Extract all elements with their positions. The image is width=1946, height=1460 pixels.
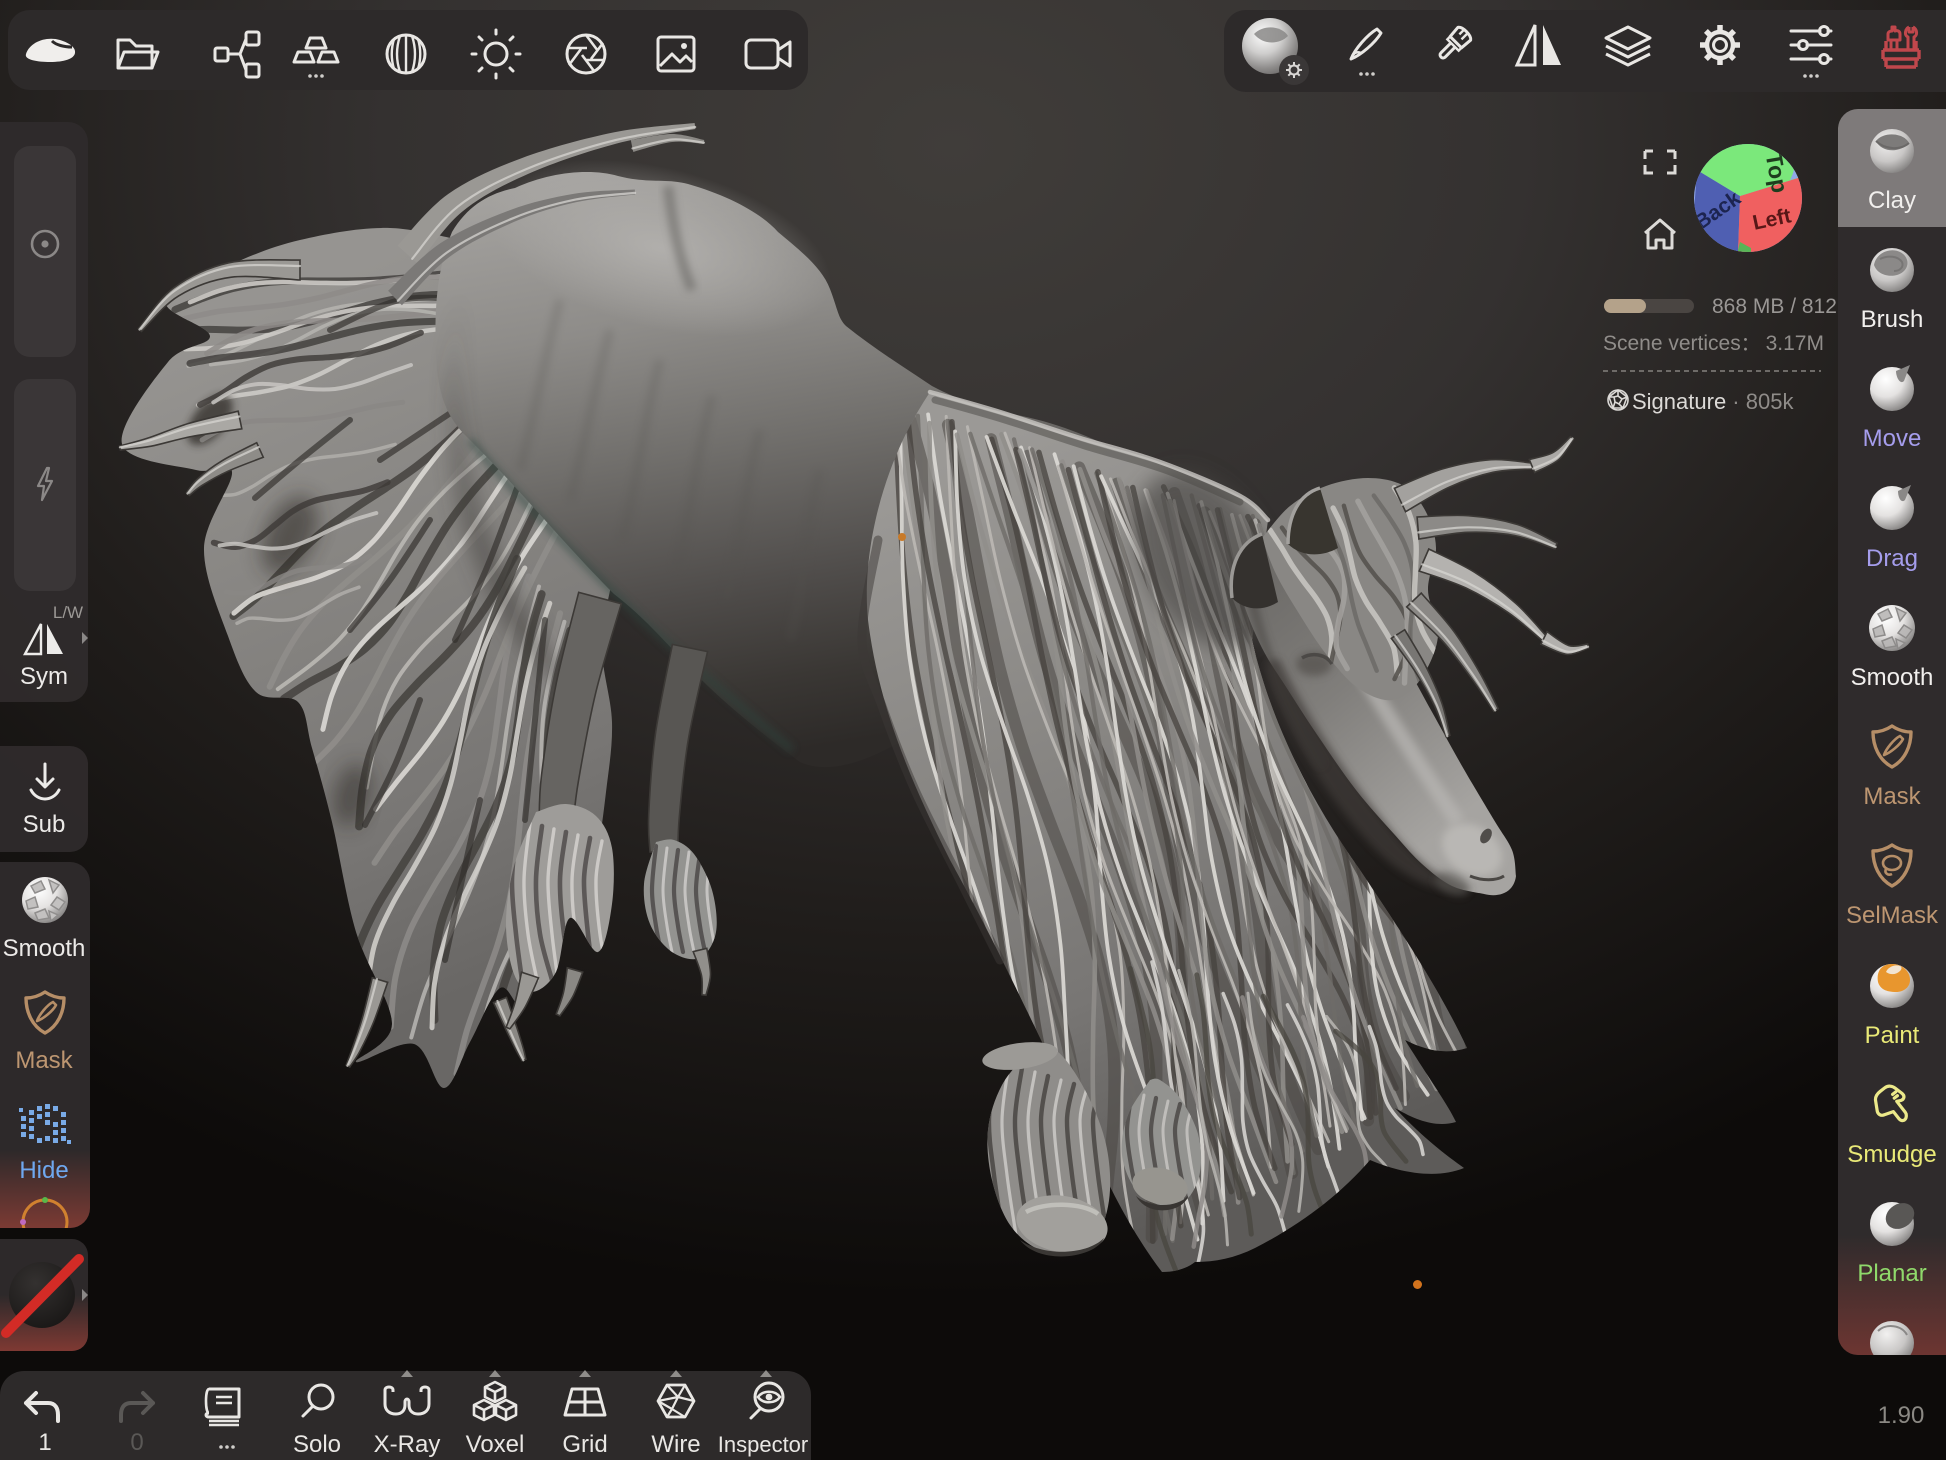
svg-text:L/W: L/W (53, 603, 83, 622)
svg-text:Voxel: Voxel (466, 1431, 525, 1458)
svg-text:X-Ray: X-Ray (374, 1431, 441, 1458)
svg-text:Hide: Hide (19, 1157, 68, 1184)
svg-text:Solo: Solo (293, 1431, 341, 1458)
svg-text:Sym: Sym (20, 663, 68, 690)
svg-text:Wire: Wire (651, 1431, 700, 1458)
svg-text:Smooth: Smooth (3, 935, 86, 962)
svg-text:Mask: Mask (15, 1047, 73, 1074)
svg-text:Sub: Sub (23, 811, 66, 838)
svg-text:0: 0 (130, 1429, 143, 1456)
svg-text:Inspector: Inspector (718, 1432, 809, 1457)
svg-text:1: 1 (38, 1429, 51, 1456)
svg-text:Grid: Grid (562, 1431, 607, 1458)
